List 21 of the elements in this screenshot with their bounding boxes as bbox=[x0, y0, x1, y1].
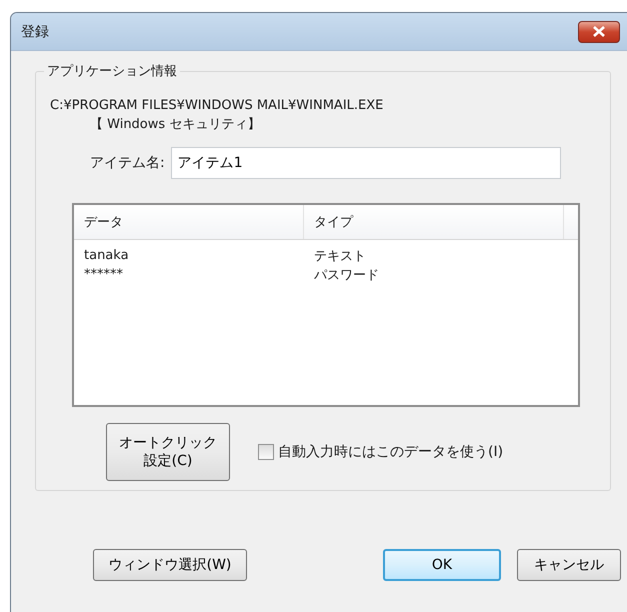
item-name-label: アイテム名: bbox=[90, 154, 165, 172]
list-row[interactable]: ****** パスワード bbox=[74, 265, 578, 284]
checkbox[interactable] bbox=[258, 444, 274, 460]
item-name-field[interactable]: アイテム1 bbox=[170, 147, 561, 179]
column-header[interactable]: データ bbox=[74, 205, 304, 239]
list-cell-text: tanaka bbox=[83, 248, 130, 263]
auto-click-settings-button[interactable]: オートクリック 設定(C) bbox=[106, 423, 230, 481]
list-cell-text: テキスト bbox=[313, 248, 367, 264]
close-button[interactable] bbox=[578, 20, 620, 42]
group-title: アプリケーション情報 bbox=[44, 62, 180, 80]
application-path: C:¥PROGRAM FILES¥WINDOWS MAIL¥WINMAIL.EXE bbox=[50, 98, 384, 113]
window-title: 登録 bbox=[21, 22, 50, 40]
list-row[interactable]: tanaka テキスト bbox=[74, 246, 578, 265]
column-header[interactable]: タイプ bbox=[304, 205, 564, 239]
dialog-button[interactable]: ウィンドウ選択(W) bbox=[93, 549, 247, 581]
dialog-button[interactable]: OK bbox=[383, 549, 501, 581]
list-cell-text: ****** bbox=[83, 267, 124, 282]
list-cell-text: パスワード bbox=[313, 266, 380, 284]
close-icon bbox=[593, 26, 605, 37]
application-name: 【 Windows セキュリティ】 bbox=[90, 116, 262, 133]
dialog-button[interactable]: キャンセル bbox=[517, 549, 621, 581]
